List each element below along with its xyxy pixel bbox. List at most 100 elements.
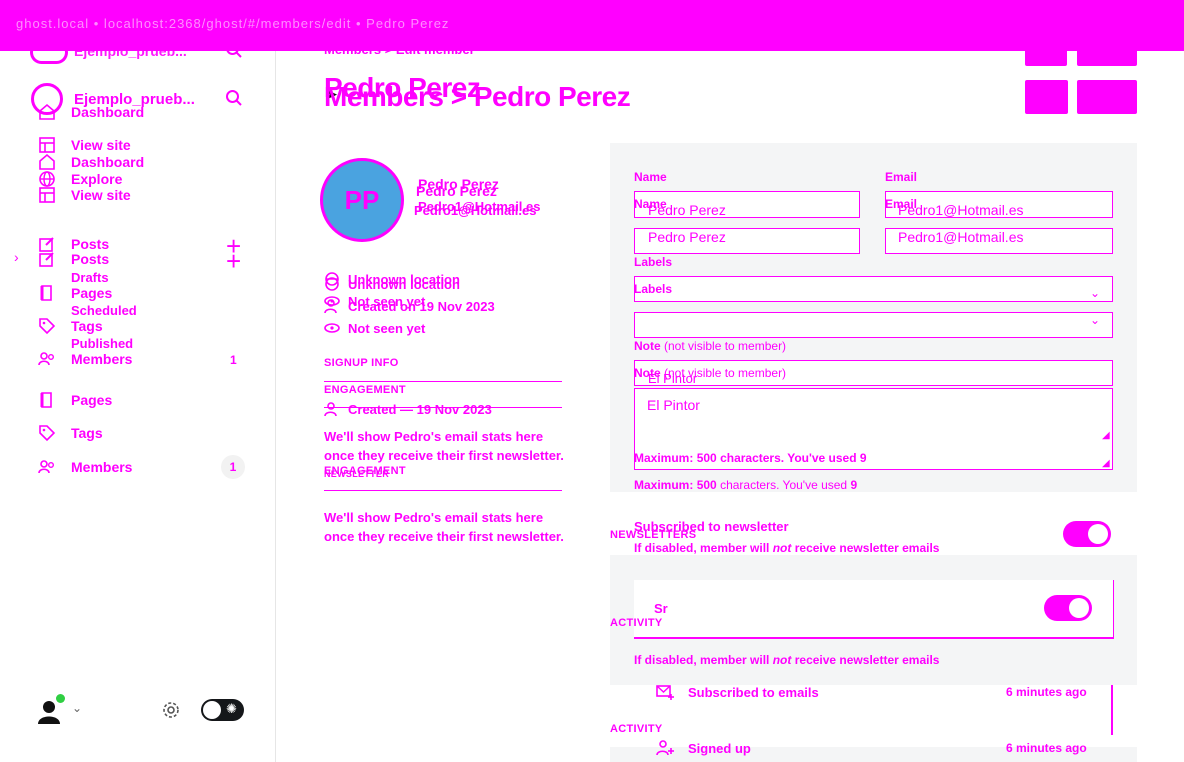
chevron-right-icon[interactable]: › [14,249,19,265]
toggle-knob [203,701,221,719]
save-button[interactable] [1077,80,1137,114]
nav-dashboard-2[interactable]: Dashboard [38,153,144,171]
resize-handle-icon[interactable]: ◢ [1102,458,1110,469]
site-logo-ghost [30,41,68,64]
email-label-ghost: Email [885,170,918,184]
search-icon[interactable] [225,89,243,112]
more-button-ghost[interactable] [1025,44,1067,66]
email-value-ghost: Pedro1@Hotmail.es [898,202,1024,218]
resize-handle-icon[interactable]: ◢ [1102,430,1110,441]
chevron-down-icon[interactable]: ⌄ [1090,313,1100,327]
created-short-row: Created — 19 Nov 2023 [324,401,492,417]
user-plus-icon [324,402,337,417]
activity-item: Signed up [656,739,751,757]
activity-time: 6 minutes ago [1006,685,1087,699]
theme-toggle[interactable]: ✺ [201,699,244,721]
nav-tags[interactable]: Tags [38,317,103,335]
pages-icon [38,391,56,409]
engagement-heading-ghost: ENGAGEMENT [324,384,406,396]
page-title: Members > Pedro Perez [324,81,631,112]
newsletter-item [634,580,1114,639]
chevron-down-icon[interactable]: ⌄ [1090,286,1100,300]
member-email: Pedro1@Hotmail.es [414,203,537,218]
nav-published[interactable]: Published [71,336,133,351]
newsletter-toggle[interactable] [1044,595,1092,621]
eye-icon [324,323,340,333]
chevron-down-icon[interactable]: ⌄ [72,701,82,715]
site-name-ghost: Ejemplo_prueb... [74,43,187,59]
newsletters-heading: NEWSLETTERS [610,529,697,541]
breadcrumb[interactable]: Members > Edit member [324,42,475,57]
sun-icon: ✺ [226,701,237,716]
note-label-ghost: Note (not visible to member) [634,339,787,353]
tag-icon [38,424,56,442]
nav-dashboard[interactable]: Dashboard [38,103,144,121]
nav-tags-2[interactable]: Tags [38,424,103,442]
nav-scheduled[interactable]: Scheduled [71,303,137,318]
members-count: 1 [230,353,237,367]
created-row: Created on 19 Nov 2023 [324,298,495,314]
activity-time: 6 minutes ago [1006,741,1087,755]
divider [324,381,562,382]
newsletter-heading-ghost: NEWSLETTER [324,469,389,479]
newsletter-item-label: Sr [654,601,668,616]
nav-pages[interactable]: Pages [38,284,112,302]
save-button-ghost[interactable] [1077,44,1137,66]
layout-icon [38,186,56,204]
nav-view-site-2[interactable]: View site [38,186,131,204]
note-counter-ghost: Maximum: 500 characters. You've used 9 [634,451,867,465]
avatar[interactable] [34,694,65,726]
globe-icon [325,277,339,291]
signup-info-heading: SIGNUP INFO [324,357,399,369]
search-icon[interactable] [225,41,243,64]
nav-members-2[interactable]: Members [38,458,132,476]
seen-row: Not seen yet [324,320,425,336]
nav-view-site[interactable]: View site [38,136,131,154]
note-counter: Maximum: 500 characters. You've used 9 [634,478,858,492]
online-status-dot [56,694,65,703]
toggle-knob [1069,598,1089,618]
labels-label-ghost: Labels [634,255,673,269]
labels-select-ghost[interactable] [634,276,1113,302]
layout-icon [38,136,56,154]
nav-pages-2[interactable]: Pages [38,391,112,409]
activity-line [1111,685,1113,735]
name-label-ghost: Name [634,170,667,184]
engagement-text: We'll show Pedro's email stats here once… [324,510,564,544]
tag-icon [38,317,56,335]
nav-members[interactable]: Members [38,350,132,368]
engagement-text-ghost: We'll show Pedro's email stats here once… [324,429,564,463]
sidebar: Ejemplo_prueb... Ejemplo_prueb... Dashbo… [0,41,276,762]
mail-plus-icon [656,685,674,700]
name-value: Pedro Perez [648,229,726,245]
member-name: Pedro Perez [416,183,497,199]
labels-label: Labels [634,282,673,296]
nav-drafts[interactable]: Drafts [71,270,109,285]
activity-heading: ACTIVITY [610,723,663,735]
user-plus-icon [324,299,337,314]
toggle-knob [1088,524,1108,544]
top-banner-text: ghost.local • localhost:2368/ghost/#/mem… [16,16,450,31]
user-plus-icon [656,740,674,756]
more-actions-button[interactable] [1025,80,1068,114]
labels-select[interactable] [634,312,1113,338]
add-post-icon[interactable]: + [226,248,241,274]
house-icon [38,103,56,121]
note-value: El Pintor [647,397,700,413]
members-count-badge: 1 [221,455,245,479]
divider [324,490,562,491]
email-value: Pedro1@Hotmail.es [898,229,1024,245]
members-icon [38,350,56,368]
members-icon [38,458,56,476]
newsletter-toggle-ghost[interactable] [1063,521,1111,547]
location-row-2: Unknown location [324,276,460,292]
gear-icon[interactable] [161,700,181,725]
name-value-ghost: Pedro Perez [648,202,726,218]
newsletter-hint: If disabled, member will not receive new… [634,653,940,667]
newsletter-hint-ghost: If disabled, member will not receive new… [634,541,940,555]
nav-posts-2[interactable]: Posts [38,250,109,268]
member-avatar: PP [320,158,404,242]
activity-item: Subscribed to emails [656,683,819,701]
house-icon [38,153,56,171]
activity-heading-ghost: ACTIVITY [610,617,663,629]
